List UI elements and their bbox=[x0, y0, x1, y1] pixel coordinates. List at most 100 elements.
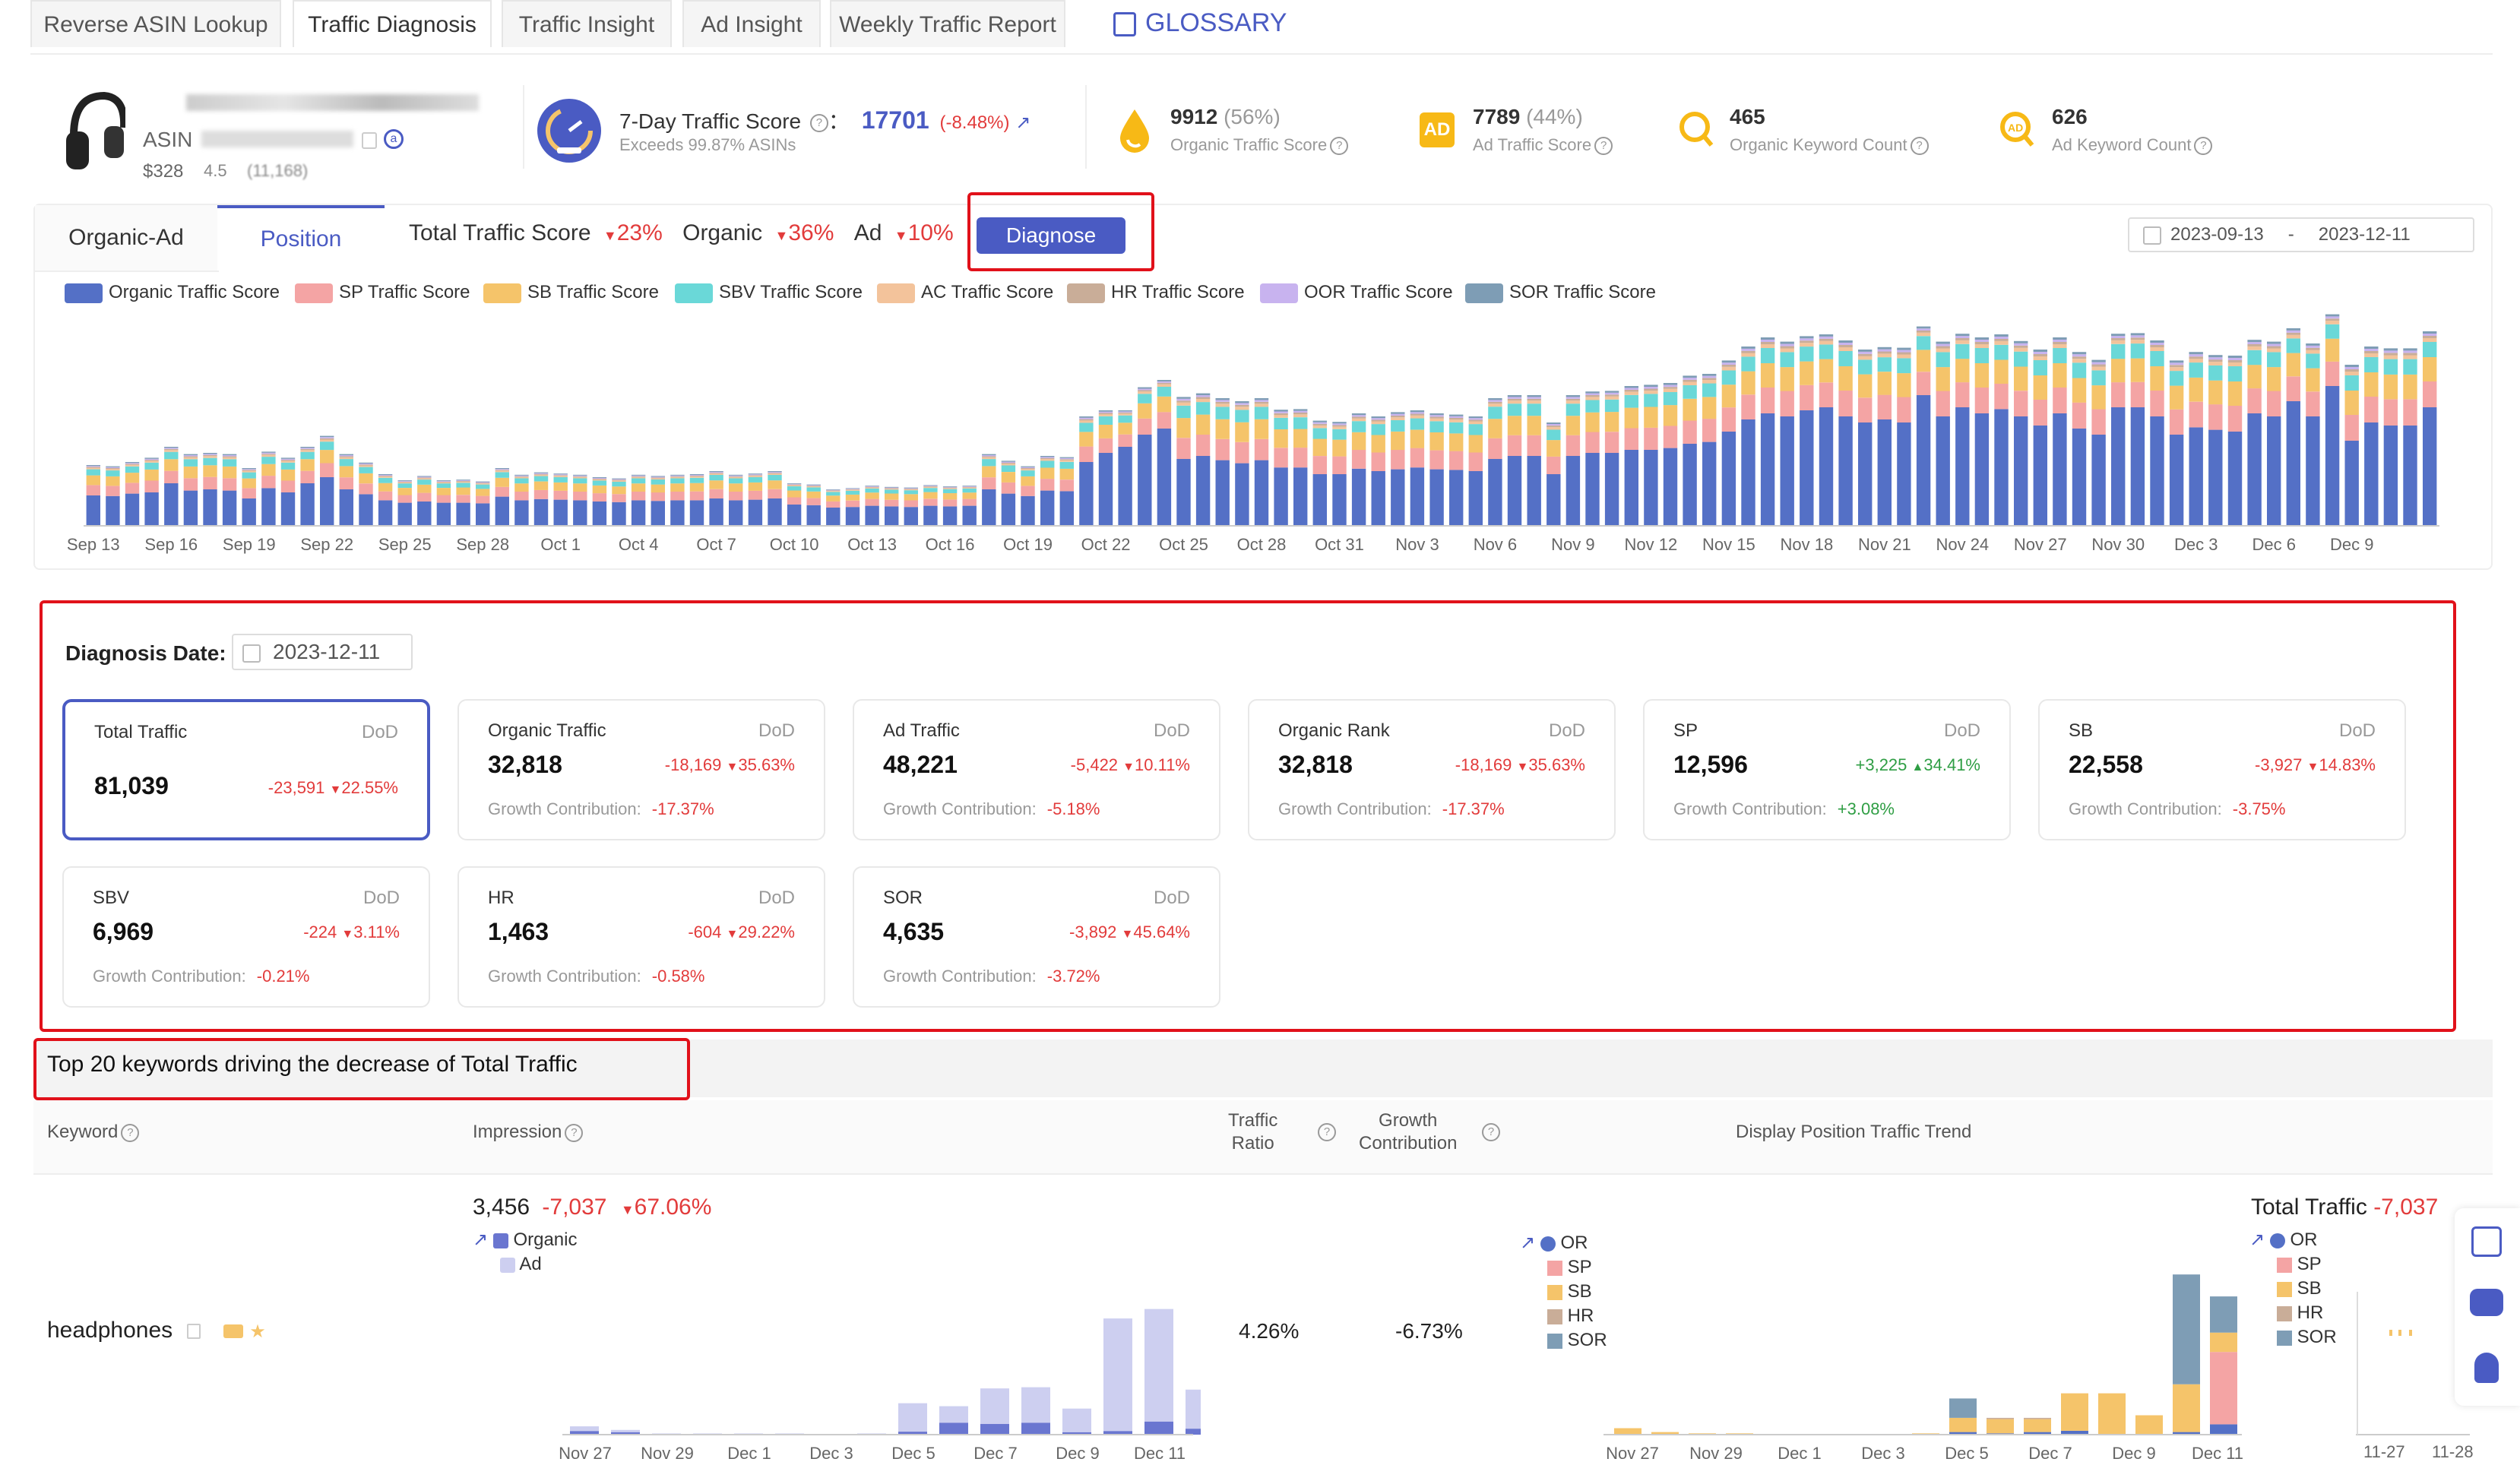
bar-segment bbox=[826, 490, 841, 492]
col-keyword[interactable]: Keyword? bbox=[47, 1122, 140, 1143]
impression-legend-organic[interactable]: ↗ Organic bbox=[473, 1228, 578, 1252]
help-icon[interactable]: ? bbox=[2194, 137, 2213, 156]
diagnosis-card-organic-traffic[interactable]: Organic Traffic DoD 32,818 -18,169 ▼35.63% G… bbox=[457, 699, 825, 840]
x-tick-label: Dec 5 bbox=[1945, 1444, 1988, 1462]
help-icon[interactable]: ? bbox=[1594, 137, 1613, 156]
bar-segment bbox=[1721, 366, 1736, 371]
help-icon[interactable]: ? bbox=[1910, 137, 1929, 156]
bar-segment bbox=[1702, 419, 1717, 442]
legend-ac[interactable]: AC Traffic Score bbox=[877, 281, 1053, 304]
legend-sp[interactable]: SP Traffic Score bbox=[295, 281, 470, 304]
help-icon[interactable]: ? bbox=[1482, 1123, 1500, 1141]
x-tick-label: Nov 15 bbox=[1702, 535, 1755, 554]
chart-tab-position[interactable]: Position bbox=[217, 205, 385, 271]
metric-ad-label: Ad Traffic Score? bbox=[1473, 135, 1613, 156]
r-legend-sor[interactable]: SOR bbox=[2249, 1325, 2337, 1350]
bar-segment bbox=[865, 488, 879, 493]
trend-chart-icon[interactable]: ↗ bbox=[1015, 112, 1030, 133]
diagnosis-card-organic-rank[interactable]: Organic Rank DoD 32,818 -18,169 ▼35.63% Grow… bbox=[1248, 699, 1616, 840]
legend-hr[interactable]: HR Traffic Score bbox=[1067, 281, 1245, 304]
amazon-icon[interactable]: a bbox=[384, 129, 404, 149]
r-legend-sp[interactable]: SP bbox=[2249, 1252, 2337, 1277]
bar-segment bbox=[533, 481, 549, 490]
diagnosis-card-ad-traffic[interactable]: Ad Traffic DoD 48,221 -5,422 ▼10.11% Growth … bbox=[853, 699, 1220, 840]
col-traffic-ratio[interactable]: Traffic Ratio bbox=[1228, 1109, 1277, 1155]
bar-segment bbox=[1138, 390, 1152, 392]
r-legend-or[interactable]: ↗ OR bbox=[2249, 1228, 2337, 1252]
bar-segment bbox=[2169, 435, 2184, 526]
copy-icon[interactable] bbox=[362, 132, 377, 149]
pos-legend-hr[interactable]: HR bbox=[1520, 1304, 1607, 1328]
bar-segment bbox=[203, 489, 217, 526]
help-icon[interactable]: ? bbox=[1318, 1123, 1336, 1141]
tab-traffic-diagnosis[interactable]: Traffic Diagnosis bbox=[293, 0, 492, 47]
bar-segment bbox=[689, 474, 704, 475]
diagnosis-card-hr[interactable]: HR DoD 1,463 -604 ▼29.22% Growth Contributio… bbox=[457, 866, 825, 1008]
bar-segment bbox=[1974, 363, 1990, 388]
pos-legend-sor[interactable]: SOR bbox=[1520, 1328, 1607, 1353]
bulb-icon[interactable] bbox=[2474, 1353, 2499, 1383]
diagnosis-card-sp[interactable]: SP DoD 12,596 +3,225 ▲34.41% Growth Contribu… bbox=[1643, 699, 2011, 840]
tab-ad-insight[interactable]: Ad Insight bbox=[682, 0, 821, 47]
help-icon[interactable]: ? bbox=[121, 1123, 140, 1142]
asin-label: ASIN bbox=[143, 128, 193, 151]
bar-segment bbox=[1176, 418, 1191, 438]
bar-segment bbox=[456, 495, 470, 503]
bar-segment bbox=[1410, 467, 1425, 526]
legend-swatch bbox=[1260, 283, 1298, 303]
diagnosis-date-picker[interactable]: 2023-12-11 bbox=[232, 634, 413, 670]
diagnosis-card-total-traffic[interactable]: Total Traffic DoD 81,039 -23,591 ▼22.55% bbox=[62, 699, 430, 840]
bar-segment bbox=[1391, 450, 1405, 470]
bar-segment bbox=[1371, 421, 1385, 425]
pos-legend-or[interactable]: ↗ OR bbox=[1520, 1231, 1607, 1255]
help-icon[interactable]: ? bbox=[809, 113, 828, 132]
bar-organic bbox=[1144, 1421, 1173, 1435]
bar-segment bbox=[86, 475, 100, 486]
diagnosis-card-sb[interactable]: SB DoD 22,558 -3,927 ▼14.83% Growth Contribu… bbox=[2038, 699, 2406, 840]
down-arrow-icon: ▼ bbox=[1122, 761, 1135, 774]
col-growth-contribution[interactable]: Growth Contribution bbox=[1359, 1109, 1457, 1155]
date-range-picker[interactable]: 2023-09-13 - 2023-12-11 bbox=[2128, 217, 2474, 252]
r-legend-hr[interactable]: HR bbox=[2249, 1301, 2337, 1325]
bar-segment bbox=[689, 476, 704, 478]
chart-tab-organic-ad[interactable]: Organic-Ad bbox=[35, 205, 219, 272]
legend-sbv[interactable]: SBV Traffic Score bbox=[675, 281, 863, 304]
bar-segment bbox=[1079, 417, 1094, 419]
legend-oor[interactable]: OOR Traffic Score bbox=[1260, 281, 1453, 304]
diagnosis-card-sor[interactable]: SOR DoD 4,635 -3,892 ▼45.64% Growth Contribu… bbox=[853, 866, 1220, 1008]
help-icon[interactable]: ? bbox=[565, 1123, 584, 1142]
bar-segment bbox=[2423, 342, 2437, 357]
bar-segment bbox=[553, 482, 568, 491]
bar-segment bbox=[1332, 423, 1347, 426]
pos-legend-sb[interactable]: SB bbox=[1520, 1280, 1607, 1304]
glossary-link[interactable]: GLOSSARY bbox=[1113, 6, 1287, 40]
bar-segment bbox=[1332, 474, 1347, 526]
bar-segment bbox=[670, 476, 685, 477]
tab-weekly-traffic-report[interactable]: Weekly Traffic Report bbox=[830, 0, 1065, 47]
bar-segment bbox=[1351, 432, 1366, 451]
diagnosis-card-sbv[interactable]: SBV DoD 6,969 -224 ▼3.11% Growth Contributio… bbox=[62, 866, 430, 1008]
r-legend-sb[interactable]: SB bbox=[2249, 1277, 2337, 1301]
legend-sb[interactable]: SB Traffic Score bbox=[483, 281, 659, 304]
bar-segment bbox=[651, 476, 665, 478]
keyword-cell[interactable]: headphones ★ bbox=[47, 1318, 266, 1343]
bar-segment bbox=[1936, 346, 1950, 349]
x-tick-label: Nov 27 bbox=[2013, 535, 2067, 554]
help-icon[interactable]: ? bbox=[1330, 137, 1349, 156]
pos-legend-sp[interactable]: SP bbox=[1520, 1255, 1607, 1280]
tab-reverse-asin-lookup[interactable]: Reverse ASIN Lookup bbox=[30, 0, 281, 47]
bar-segment bbox=[1312, 425, 1327, 429]
col-impression[interactable]: Impression? bbox=[473, 1122, 584, 1143]
card-title: Total Traffic bbox=[94, 722, 188, 742]
bar-segment bbox=[573, 500, 587, 526]
discord-icon[interactable] bbox=[2470, 1289, 2503, 1316]
copy-icon[interactable] bbox=[186, 1324, 201, 1340]
tab-traffic-insight[interactable]: Traffic Insight bbox=[502, 0, 672, 47]
bar-segment bbox=[1040, 460, 1055, 468]
bar-segment bbox=[670, 483, 685, 492]
bar-segment bbox=[2130, 337, 2145, 340]
legend-organic[interactable]: Organic Traffic Score bbox=[65, 281, 280, 304]
legend-sor[interactable]: SOR Traffic Score bbox=[1465, 281, 1656, 304]
legend-swatch bbox=[295, 283, 333, 303]
message-icon[interactable] bbox=[2471, 1226, 2502, 1257]
